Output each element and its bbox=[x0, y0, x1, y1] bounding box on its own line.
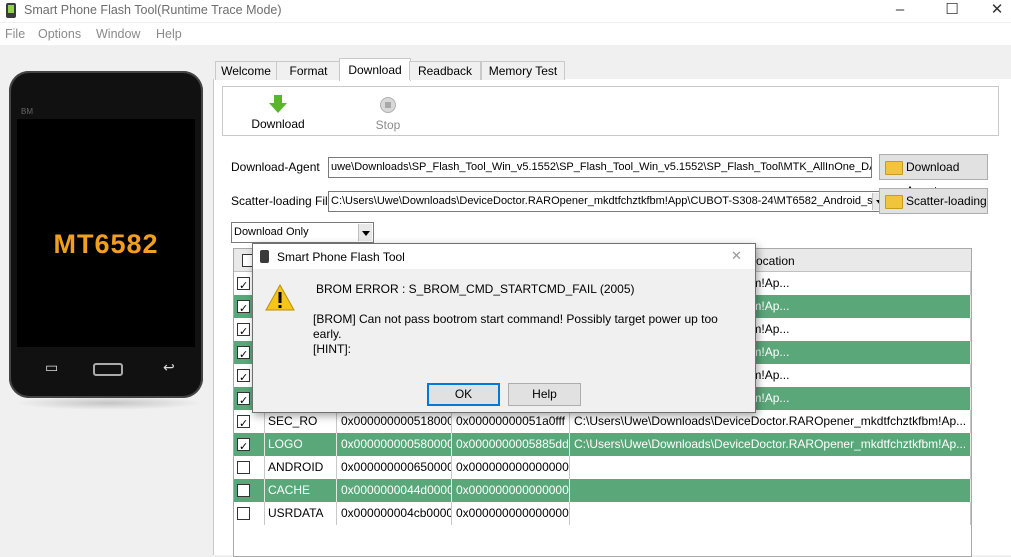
table-row[interactable]: CACHE 0x0000000044d00000 0x000000000000000… bbox=[234, 479, 971, 502]
stop-icon bbox=[380, 97, 396, 113]
close-button[interactable]: ✕ bbox=[974, 0, 1011, 22]
dialog-detail-line2: early. bbox=[313, 327, 342, 341]
help-button[interactable]: Help bbox=[508, 383, 581, 406]
download-label: Download bbox=[251, 117, 305, 131]
dialog-title-bar: Smart Phone Flash Tool ✕ bbox=[253, 244, 755, 269]
row-checkbox[interactable] bbox=[237, 413, 250, 433]
back-key-icon: ↩ bbox=[163, 359, 175, 375]
cell-location: C:\Users\Uwe\Downloads\DeviceDoctor.RARO… bbox=[570, 410, 971, 433]
row-checkbox-cell bbox=[234, 433, 265, 456]
warning-icon bbox=[265, 284, 295, 311]
phone-illustration: BM MT6582 ▭ ↩ bbox=[9, 71, 203, 398]
tab-readback[interactable]: Readback bbox=[409, 61, 481, 80]
window-title: Smart Phone Flash Tool(Runtime Trace Mod… bbox=[24, 3, 282, 17]
menu-window[interactable]: Window bbox=[96, 27, 140, 41]
row-checkbox[interactable] bbox=[237, 321, 250, 341]
cell-name: LOGO bbox=[264, 433, 337, 456]
stop-label: Stop bbox=[375, 118, 401, 132]
tab-format[interactable]: Format bbox=[276, 61, 341, 80]
table-row[interactable]: LOGO0x00000000058000000x0000000005885dd1… bbox=[234, 433, 971, 456]
download-agent-button[interactable]: Download Agent bbox=[879, 154, 988, 198]
scatter-loading-button-label: Scatter-loading bbox=[906, 194, 987, 208]
phone-navbar: ▭ ↩ bbox=[17, 355, 195, 383]
error-dialog: Smart Phone Flash Tool ✕ BROM ERROR : S_… bbox=[252, 243, 756, 413]
row-checkbox[interactable] bbox=[237, 367, 250, 387]
row-checkbox-cell bbox=[234, 456, 265, 479]
cell-end: 0x0000000000000000 bbox=[452, 479, 570, 502]
cell-end: 0x0000000005885dd1 bbox=[452, 433, 570, 456]
phone-brand: BM bbox=[21, 107, 33, 116]
row-checkbox[interactable] bbox=[237, 344, 250, 364]
download-arrow bbox=[269, 103, 287, 113]
cell-name: CACHE bbox=[264, 479, 337, 502]
row-checkbox[interactable] bbox=[237, 507, 250, 520]
dialog-title: Smart Phone Flash Tool bbox=[277, 250, 405, 264]
mode-select[interactable]: Download Only bbox=[231, 222, 374, 243]
tab-memory-test[interactable]: Memory Test bbox=[481, 61, 565, 80]
cell-begin: 0x0000000006500000 bbox=[337, 456, 452, 479]
phone-shadow bbox=[14, 396, 204, 410]
cell-end: 0x0000000000000000 bbox=[452, 502, 570, 525]
cell-end: 0x0000000000000000 bbox=[452, 456, 570, 479]
mode-dropdown-icon[interactable] bbox=[358, 224, 372, 241]
cell-location bbox=[570, 456, 971, 479]
row-checkbox[interactable] bbox=[237, 461, 250, 474]
home-key-icon bbox=[93, 363, 123, 376]
row-checkbox[interactable] bbox=[237, 275, 250, 295]
menu-file[interactable]: File bbox=[5, 27, 25, 41]
row-checkbox[interactable] bbox=[237, 484, 250, 497]
toolbar: Download Stop bbox=[222, 86, 999, 136]
maximize-button[interactable]: ☐ bbox=[929, 0, 975, 22]
row-checkbox-cell bbox=[234, 502, 265, 525]
scatter-value: C:\Users\Uwe\Downloads\DeviceDoctor.RARO… bbox=[331, 195, 873, 207]
cell-location: C:\Users\Uwe\Downloads\DeviceDoctor.RARO… bbox=[570, 433, 971, 456]
row-checkbox[interactable] bbox=[237, 298, 250, 318]
tab-download[interactable]: Download bbox=[339, 58, 411, 81]
cell-begin: 0x0000000005800000 bbox=[337, 433, 452, 456]
cell-location bbox=[570, 479, 971, 502]
dialog-hint: [HINT]: bbox=[313, 342, 351, 356]
menu-help[interactable]: Help bbox=[156, 27, 182, 41]
table-row[interactable]: ANDROID 0x0000000006500000 0x0000000000000… bbox=[234, 456, 971, 479]
cell-name: SEC_RO bbox=[264, 410, 337, 433]
scatter-label: Scatter-loading File bbox=[231, 194, 335, 208]
cell-name: USRDATA bbox=[264, 502, 337, 525]
row-checkbox[interactable] bbox=[237, 390, 250, 410]
cell-begin: 0x000000004cb00000 bbox=[337, 502, 452, 525]
header-location: ocation bbox=[756, 254, 795, 268]
menu-key-icon: ▭ bbox=[45, 359, 59, 375]
row-checkbox-cell bbox=[234, 479, 265, 502]
chip-label: MT6582 bbox=[53, 229, 159, 259]
minimize-button[interactable]: – bbox=[877, 0, 923, 22]
dialog-detail-line1: [BROM] Can not pass bootrom start comman… bbox=[313, 312, 718, 326]
menu-options[interactable]: Options bbox=[38, 27, 81, 41]
folder-icon bbox=[885, 161, 903, 175]
dialog-error-text: BROM ERROR : S_BROM_CMD_STARTCMD_FAIL (2… bbox=[316, 282, 635, 296]
row-checkbox-cell bbox=[234, 410, 265, 433]
folder-icon bbox=[885, 195, 903, 209]
app-icon bbox=[6, 3, 16, 18]
mode-select-value: Download Only bbox=[234, 226, 309, 238]
dialog-close-button[interactable]: ✕ bbox=[731, 248, 742, 264]
scatter-loading-button[interactable]: Scatter-loading bbox=[879, 188, 988, 214]
row-checkbox[interactable] bbox=[237, 436, 250, 456]
cell-name: ANDROID bbox=[264, 456, 337, 479]
scatter-field[interactable]: C:\Users\Uwe\Downloads\DeviceDoctor.RARO… bbox=[328, 191, 888, 212]
download-agent-field[interactable]: uwe\Downloads\SP_Flash_Tool_Win_v5.1552\… bbox=[328, 157, 872, 178]
table-row[interactable]: SEC_RO0x00000000051800000x00000000051a0f… bbox=[234, 410, 971, 433]
download-icon bbox=[274, 95, 282, 103]
dialog-app-icon bbox=[260, 250, 269, 263]
stop-button[interactable]: Stop bbox=[363, 97, 413, 132]
cell-end: 0x00000000051a0fff bbox=[452, 410, 570, 433]
title-bar: Smart Phone Flash Tool(Runtime Trace Mod… bbox=[0, 0, 1011, 22]
cell-location bbox=[570, 502, 971, 525]
cell-begin: 0x0000000005180000 bbox=[337, 410, 452, 433]
cell-begin: 0x0000000044d00000 bbox=[337, 479, 452, 502]
menu-bar: File Options Window Help bbox=[0, 23, 1011, 45]
ok-button[interactable]: OK bbox=[427, 383, 500, 406]
table-row[interactable]: USRDATA 0x000000004cb00000 0x0000000000000… bbox=[234, 502, 971, 525]
download-agent-label: Download-Agent bbox=[231, 160, 320, 174]
download-button[interactable]: Download bbox=[248, 95, 308, 131]
tab-welcome[interactable]: Welcome bbox=[215, 61, 277, 80]
